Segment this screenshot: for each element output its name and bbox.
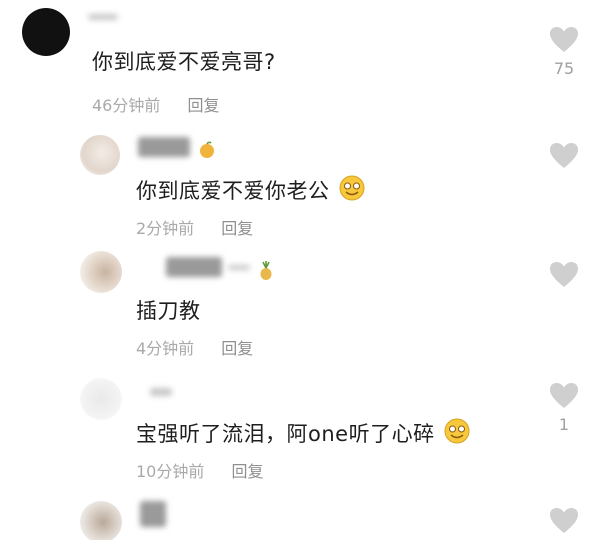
- comment-meta: 4分钟前 回复: [136, 335, 253, 359]
- comment-text: 宝强听了流泪，阿one听了心碎: [136, 418, 470, 448]
- like-button[interactable]: 75: [547, 26, 581, 78]
- heart-icon: [550, 143, 578, 168]
- comment-text-content: 你到底爱不爱你老公: [136, 179, 330, 203]
- comment-text: 插刀教: [136, 299, 201, 323]
- comment-item: 宝强听了流泪，阿one听了心碎 10分钟前 回复 1: [0, 370, 600, 495]
- comment-time: 2分钟前: [136, 219, 195, 238]
- comment-meta: 2分钟前 回复: [136, 215, 253, 239]
- heart-icon: [550, 262, 578, 287]
- reply-button[interactable]: 回复: [231, 462, 263, 481]
- comment-time: 4分钟前: [136, 339, 195, 358]
- username-blurred[interactable]: [138, 137, 190, 157]
- orange-icon: [200, 141, 214, 158]
- username-blurred[interactable]: [166, 257, 222, 277]
- username-blurred[interactable]: [150, 388, 172, 396]
- smiling-face-icon: [339, 175, 365, 201]
- pineapple-icon: [260, 261, 272, 280]
- comment-time: 46分钟前: [92, 96, 161, 115]
- like-count: 1: [558, 415, 570, 434]
- avatar[interactable]: [80, 378, 122, 420]
- username-blurred[interactable]: [140, 501, 166, 527]
- like-button[interactable]: [547, 142, 581, 169]
- username-suffix-blurred: [228, 265, 250, 270]
- heart-icon: [550, 383, 578, 408]
- comment-meta: 10分钟前 回复: [136, 458, 263, 482]
- comment-text-content: 宝强听了流泪，阿one听了心碎: [136, 422, 435, 446]
- reply-button[interactable]: 回复: [221, 219, 253, 238]
- comment-item: 你到底爱不爱你老公 2分钟前 回复: [0, 125, 600, 245]
- comment-meta: 46分钟前 回复: [92, 92, 219, 116]
- comment-time: 10分钟前: [136, 462, 205, 481]
- reply-button[interactable]: 回复: [187, 96, 219, 115]
- comment-text: 你到底爱不爱亮哥?: [92, 50, 276, 74]
- username-blurred[interactable]: [88, 14, 118, 20]
- like-button[interactable]: 1: [547, 382, 581, 434]
- avatar[interactable]: [22, 8, 70, 56]
- comment-item: 插刀教 4分钟前 回复: [0, 245, 600, 370]
- heart-icon: [550, 27, 578, 52]
- smiling-face-icon: [444, 418, 470, 444]
- avatar[interactable]: [80, 135, 120, 175]
- comment-item: [0, 495, 600, 540]
- reply-button[interactable]: 回复: [221, 339, 253, 358]
- like-button[interactable]: [547, 261, 581, 288]
- heart-icon: [550, 508, 578, 533]
- comment-item: 你到底爱不爱亮哥? 46分钟前 回复 75: [0, 0, 600, 125]
- like-count: 75: [553, 59, 575, 78]
- avatar[interactable]: [80, 251, 122, 293]
- like-button[interactable]: [547, 507, 581, 534]
- comment-text: 你到底爱不爱你老公: [136, 175, 365, 205]
- avatar[interactable]: [80, 501, 122, 540]
